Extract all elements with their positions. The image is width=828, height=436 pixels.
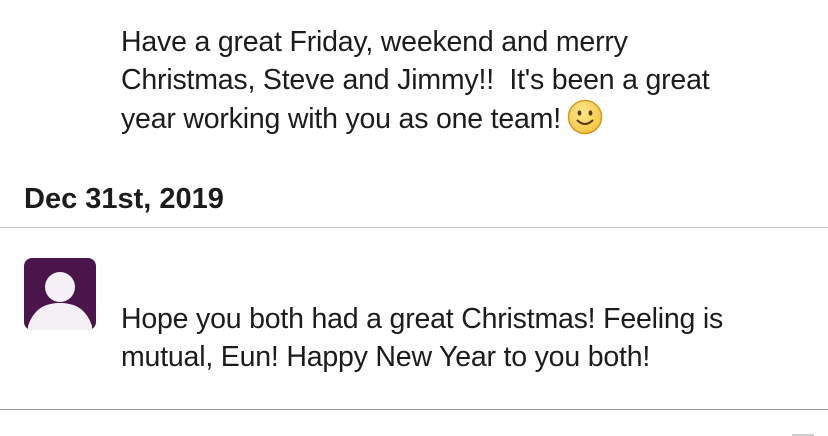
message-line: Hope you both had a great Christmas! Fee… (121, 303, 724, 335)
message-text: Hope you both had a great Christmas! Fee… (121, 301, 811, 376)
user-silhouette-icon (28, 272, 92, 330)
avatar[interactable] (24, 258, 96, 330)
message-line: mutual, Eun! Happy New Year to you both! (121, 340, 651, 373)
sender-name-redacted[interactable] (121, 258, 441, 284)
slightly-smiling-face-icon (567, 99, 603, 135)
date-divider: Dec 31st, 2019 (24, 183, 224, 215)
message-text: Have a great Friday, weekend and merry C… (121, 24, 811, 139)
divider-line (0, 227, 828, 228)
message-line: Have a great Friday, weekend and merry (121, 26, 628, 58)
message-line: Christmas, Steve and Jimmy!! It's been a… (121, 63, 710, 96)
message-line: year working with you as one team! (121, 103, 561, 135)
divider-line (0, 409, 828, 410)
